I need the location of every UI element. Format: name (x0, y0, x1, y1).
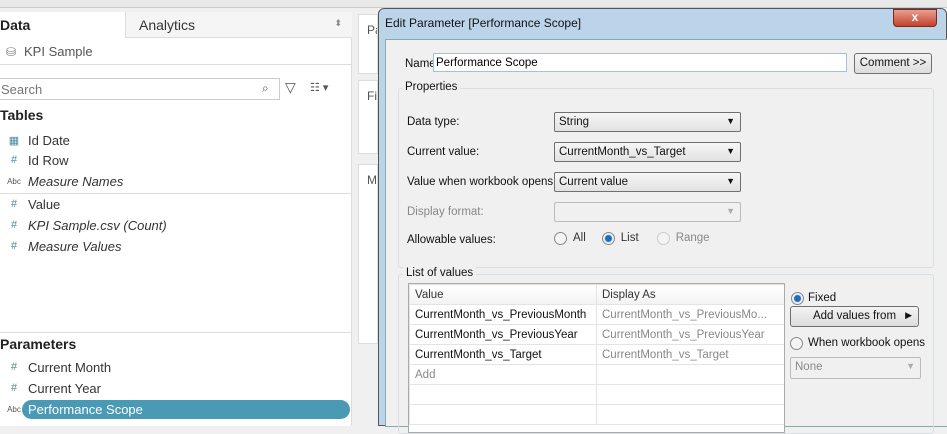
number-type-icon: # (10, 382, 18, 394)
radio-all-label: All (573, 232, 586, 244)
datasource-icon: ⛁ (5, 44, 17, 59)
add-values-label: Add values from (812, 310, 897, 322)
tab-data[interactable]: Data (0, 12, 125, 38)
parameter-item[interactable]: # Current Year (0, 378, 352, 398)
empty-cell (409, 384, 597, 405)
tab-analytics-label: Analytics (139, 17, 196, 33)
current-value-label: Current value: (407, 146, 480, 158)
column-header-display-as[interactable]: Display As (596, 284, 784, 305)
edit-parameter-dialog: Edit Parameter [Performance Scope] x Nam… (378, 8, 947, 434)
table-row[interactable]: CurrentMonth_vs_PreviousMonth CurrentMont… (409, 304, 784, 325)
value-cell[interactable]: CurrentMonth_vs_PreviousYear (409, 324, 597, 345)
radio-range-label: Range (675, 232, 710, 244)
datasource-name: KPI Sample (24, 44, 93, 59)
add-row[interactable]: Add (409, 364, 784, 385)
empty-cell (596, 404, 784, 425)
view-list-icon[interactable]: ☷ ▾ (310, 81, 328, 94)
empty-cell (596, 384, 784, 405)
pages-shelf[interactable]: Pa (358, 14, 378, 74)
parameter-label: Current Month (28, 359, 112, 375)
field-item[interactable]: # Id Row (0, 150, 352, 170)
field-label: KPI Sample.csv (Count) (28, 217, 167, 233)
open-value-label: Value when workbook opens: (407, 176, 557, 188)
filter-icon[interactable]: ▽ (285, 79, 296, 96)
radio-list-label: List (620, 232, 639, 244)
field-item[interactable]: ▦ Id Date (0, 130, 352, 150)
search-input[interactable] (0, 78, 280, 100)
display-format-select (554, 202, 741, 222)
field-item[interactable]: # Value (0, 194, 352, 214)
data-type-select[interactable]: String (554, 112, 741, 132)
parameters-heading: Parameters (0, 336, 77, 352)
parameter-label: Current Year (28, 380, 101, 396)
allowable-values-radios: All List Range (554, 232, 710, 245)
divider (0, 332, 352, 333)
string-type-icon: Abc (7, 176, 21, 186)
table-row[interactable]: CurrentMonth_vs_Target CurrentMonth_vs_Ta… (409, 344, 784, 365)
tab-analytics[interactable]: Analytics ⬍ (125, 12, 352, 38)
sort-arrows-icon: ⬍ (334, 18, 342, 28)
name-input[interactable] (433, 53, 847, 72)
radio-all[interactable] (554, 232, 567, 245)
empty-cell (596, 364, 784, 385)
field-label: Measure Values (28, 238, 122, 254)
values-table: Value Display As CurrentMonth_vs_Previous… (408, 283, 785, 433)
toolbar-strip (0, 0, 947, 8)
display-format-label: Display format: (407, 206, 484, 218)
data-type-label: Data type: (407, 116, 460, 128)
number-type-icon: # (10, 219, 18, 231)
field-label: Id Row (28, 152, 69, 168)
field-label: Id Date (28, 132, 70, 148)
calendar-type-icon: ▦ (8, 134, 20, 147)
radio-range (656, 232, 670, 245)
allowable-values-label: Allowable values: (407, 234, 496, 246)
display-as-cell[interactable]: CurrentMonth_vs_PreviousYear (596, 324, 784, 345)
field-label: Measure Names (28, 173, 124, 189)
dialog-title: Edit Parameter [Performance Scope] (385, 16, 582, 30)
close-button[interactable]: x (893, 9, 937, 27)
number-type-icon: # (10, 240, 18, 252)
field-item[interactable]: # Measure Values (0, 236, 352, 256)
number-type-icon: # (10, 154, 18, 166)
arrow-right-icon: ▶ (905, 310, 912, 320)
fixed-label: Fixed (808, 292, 837, 304)
column-header-value[interactable]: Value (409, 284, 597, 305)
list-of-values-title: List of values (403, 267, 477, 279)
marks-card[interactable]: Ma (358, 164, 378, 344)
value-cell[interactable]: CurrentMonth_vs_Target (409, 344, 597, 365)
properties-title: Properties (402, 81, 461, 93)
parameter-item[interactable]: # Current Month (0, 357, 352, 377)
data-pane: Data Analytics ⬍ ⛁ KPI Sample ⌕ ▽ ☷ ▾ Tab… (0, 12, 352, 426)
field-item[interactable]: # KPI Sample.csv (Count) (0, 215, 352, 235)
dialog-body: Name: Comment >> Properties Data type: S… (385, 39, 947, 434)
divider (0, 193, 352, 194)
radio-fixed[interactable] (791, 292, 804, 305)
field-item[interactable]: Abc Measure Names (0, 171, 352, 191)
open-value-select[interactable]: Current value (554, 172, 741, 192)
parameter-label: Performance Scope (22, 399, 350, 419)
datasource-item[interactable]: ⛁ KPI Sample (0, 39, 352, 65)
when-workbook-opens-label: When workbook opens (808, 337, 925, 349)
value-cell[interactable]: CurrentMonth_vs_PreviousMonth (409, 304, 597, 325)
add-cell[interactable]: Add (409, 364, 597, 385)
search-icon: ⌕ (262, 81, 269, 95)
when-opens-select: None (790, 357, 921, 379)
field-label: Value (28, 196, 61, 212)
current-value-select[interactable]: CurrentMonth_vs_Target (554, 142, 741, 162)
number-type-icon: # (10, 361, 18, 373)
filters-shelf[interactable]: Fi (358, 80, 378, 154)
tables-heading: Tables (0, 107, 44, 123)
add-values-from-button[interactable]: Add values from ▶ (790, 306, 919, 327)
radio-when-workbook-opens[interactable] (790, 337, 803, 350)
number-type-icon: # (10, 198, 18, 210)
radio-list[interactable] (601, 232, 615, 245)
table-row[interactable]: CurrentMonth_vs_PreviousYear CurrentMonth… (409, 324, 784, 345)
display-as-cell[interactable]: CurrentMonth_vs_Target (596, 344, 784, 365)
display-as-cell[interactable]: CurrentMonth_vs_PreviousMo... (596, 304, 784, 325)
empty-cell (409, 404, 597, 425)
comment-button[interactable]: Comment >> (854, 53, 932, 74)
parameter-item[interactable]: Abc Performance Scope (0, 399, 352, 419)
